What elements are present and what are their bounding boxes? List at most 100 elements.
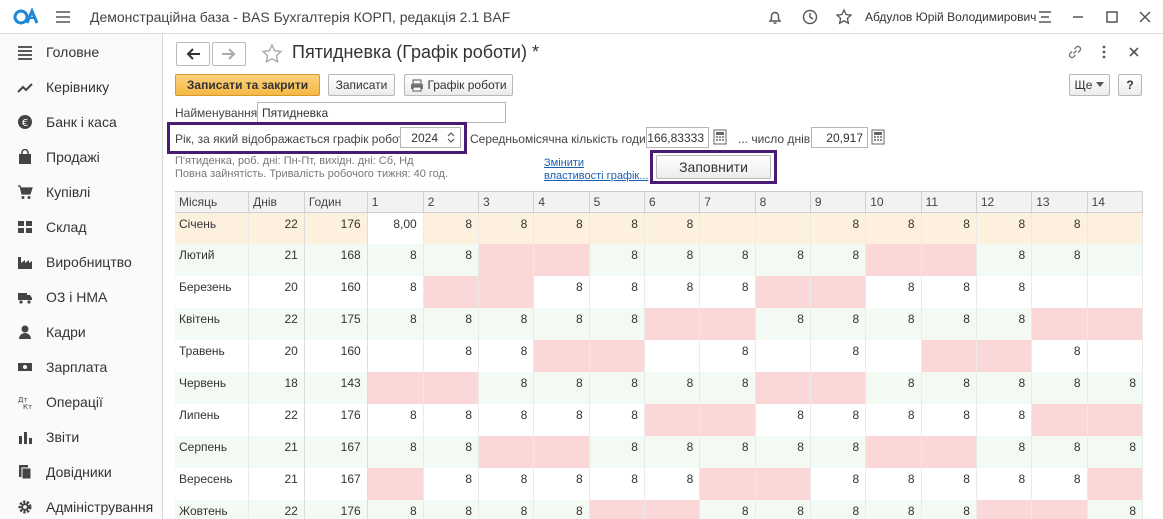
- sidebar-item-sales[interactable]: Продажі: [0, 139, 162, 174]
- table-row[interactable]: Липень 22 176 8 8 8 8 8 8 8 8 8 8: [175, 404, 1143, 436]
- day-cell[interactable]: 8: [810, 436, 867, 468]
- sidebar-item-bank[interactable]: € Банк і каса: [0, 104, 162, 139]
- day-cell[interactable]: [921, 436, 977, 468]
- day-cell[interactable]: 8: [644, 468, 701, 500]
- day-cell[interactable]: 8: [921, 468, 977, 500]
- day-cell[interactable]: 8: [976, 404, 1033, 436]
- day-cell[interactable]: 8: [589, 468, 645, 500]
- minimize-icon[interactable]: [1069, 8, 1087, 26]
- fill-button[interactable]: Заповнити: [656, 155, 771, 179]
- row-hours[interactable]: 176: [304, 500, 368, 519]
- day-cell[interactable]: 8: [589, 308, 645, 340]
- day-cell[interactable]: 8: [644, 212, 701, 244]
- day-cell[interactable]: 8: [1031, 340, 1088, 372]
- settings-menu-icon[interactable]: [1036, 8, 1054, 26]
- day-cell[interactable]: 8: [699, 500, 756, 519]
- day-cell[interactable]: [865, 340, 922, 372]
- row-days[interactable]: 22: [248, 308, 305, 340]
- day-cell[interactable]: 8: [810, 468, 867, 500]
- day-cell[interactable]: [644, 308, 701, 340]
- day-cell[interactable]: [589, 340, 645, 372]
- column-header[interactable]: 2: [423, 192, 480, 213]
- day-cell[interactable]: 8: [367, 436, 424, 468]
- day-cell[interactable]: 8: [423, 500, 480, 519]
- table-row[interactable]: Березень 20 160 8 8 8 8 8 8 8 8: [175, 276, 1143, 308]
- column-header[interactable]: 8: [755, 192, 811, 213]
- bell-icon[interactable]: [766, 8, 784, 26]
- calculator-icon[interactable]: [870, 129, 886, 145]
- day-cell[interactable]: 8: [478, 500, 535, 519]
- day-cell[interactable]: 8: [367, 244, 424, 276]
- change-properties-link-2[interactable]: властивості графік...: [544, 170, 648, 183]
- forward-button[interactable]: [212, 42, 246, 66]
- day-cell[interactable]: 8: [644, 276, 701, 308]
- day-cell[interactable]: 8: [976, 244, 1033, 276]
- day-cell[interactable]: 8: [921, 308, 977, 340]
- day-cell[interactable]: [699, 404, 756, 436]
- day-cell[interactable]: 8: [755, 500, 811, 519]
- day-cell[interactable]: [644, 340, 701, 372]
- day-cell[interactable]: 8: [755, 436, 811, 468]
- day-cell[interactable]: [921, 340, 977, 372]
- row-month[interactable]: Серпень: [175, 436, 250, 468]
- day-cell[interactable]: [699, 468, 756, 500]
- day-cell[interactable]: 8: [976, 436, 1033, 468]
- column-header[interactable]: 12: [976, 192, 1033, 213]
- table-row[interactable]: Серпень 21 167 8 8 8 8 8 8 8 8 8 8: [175, 436, 1143, 468]
- user-name[interactable]: Абдулов Юрій Володимирович: [865, 10, 1036, 24]
- sidebar-item-production[interactable]: Виробництво: [0, 244, 162, 279]
- row-days[interactable]: 22: [248, 404, 305, 436]
- table-row[interactable]: Лютий 21 168 8 8 8 8 8 8 8 8 8: [175, 244, 1143, 276]
- day-cell[interactable]: 8: [423, 404, 480, 436]
- day-cell[interactable]: [367, 372, 424, 404]
- day-cell[interactable]: 8: [976, 468, 1033, 500]
- day-cell[interactable]: 8: [976, 372, 1033, 404]
- day-cell[interactable]: 8: [533, 372, 590, 404]
- row-days[interactable]: 22: [248, 500, 305, 519]
- row-days[interactable]: 18: [248, 372, 305, 404]
- day-cell[interactable]: 8: [865, 500, 922, 519]
- day-cell[interactable]: 8: [810, 500, 867, 519]
- day-cell[interactable]: [921, 244, 977, 276]
- day-cell[interactable]: [1031, 308, 1088, 340]
- day-cell[interactable]: 8: [755, 244, 811, 276]
- day-cell[interactable]: 8: [478, 340, 535, 372]
- day-cell[interactable]: 8: [589, 244, 645, 276]
- day-cell[interactable]: 8: [367, 276, 424, 308]
- row-month[interactable]: Липень: [175, 404, 250, 436]
- maximize-icon[interactable]: [1103, 8, 1121, 26]
- sidebar-item-reports[interactable]: Звіти: [0, 419, 162, 454]
- day-cell[interactable]: [533, 436, 590, 468]
- day-cell[interactable]: 8: [1087, 436, 1143, 468]
- row-hours[interactable]: 176: [304, 212, 368, 244]
- day-cell[interactable]: [755, 372, 811, 404]
- day-cell[interactable]: [1087, 212, 1143, 244]
- row-days[interactable]: 20: [248, 276, 305, 308]
- day-cell[interactable]: 8: [1031, 372, 1088, 404]
- table-row[interactable]: Вересень 21 167 8 8 8 8 8 8 8 8 8 8: [175, 468, 1143, 500]
- day-cell[interactable]: 8: [1031, 212, 1088, 244]
- day-cell[interactable]: 8: [865, 212, 922, 244]
- schedule-print-button[interactable]: Графік роботи: [404, 74, 513, 96]
- day-cell[interactable]: 8: [589, 212, 645, 244]
- day-cell[interactable]: [1031, 276, 1088, 308]
- day-cell[interactable]: 8: [478, 468, 535, 500]
- favorites-star-icon[interactable]: [835, 8, 853, 26]
- day-cell[interactable]: [865, 244, 922, 276]
- day-cell[interactable]: 8: [1087, 372, 1143, 404]
- row-hours[interactable]: 160: [304, 276, 368, 308]
- row-month[interactable]: Січень: [175, 212, 250, 244]
- row-days[interactable]: 21: [248, 244, 305, 276]
- day-cell[interactable]: 8: [478, 212, 535, 244]
- day-cell[interactable]: 8: [423, 436, 480, 468]
- day-cell[interactable]: 8: [644, 436, 701, 468]
- name-input[interactable]: Пятидневка: [257, 102, 506, 123]
- table-row[interactable]: Червень 18 143 8 8 8 8 8 8 8 8 8 8: [175, 372, 1143, 404]
- row-days[interactable]: 22: [248, 212, 305, 244]
- day-cell[interactable]: [755, 468, 811, 500]
- day-cell[interactable]: 8: [533, 308, 590, 340]
- help-button[interactable]: ?: [1118, 74, 1142, 96]
- day-cell[interactable]: 8: [533, 500, 590, 519]
- row-hours[interactable]: 176: [304, 404, 368, 436]
- row-days[interactable]: 21: [248, 436, 305, 468]
